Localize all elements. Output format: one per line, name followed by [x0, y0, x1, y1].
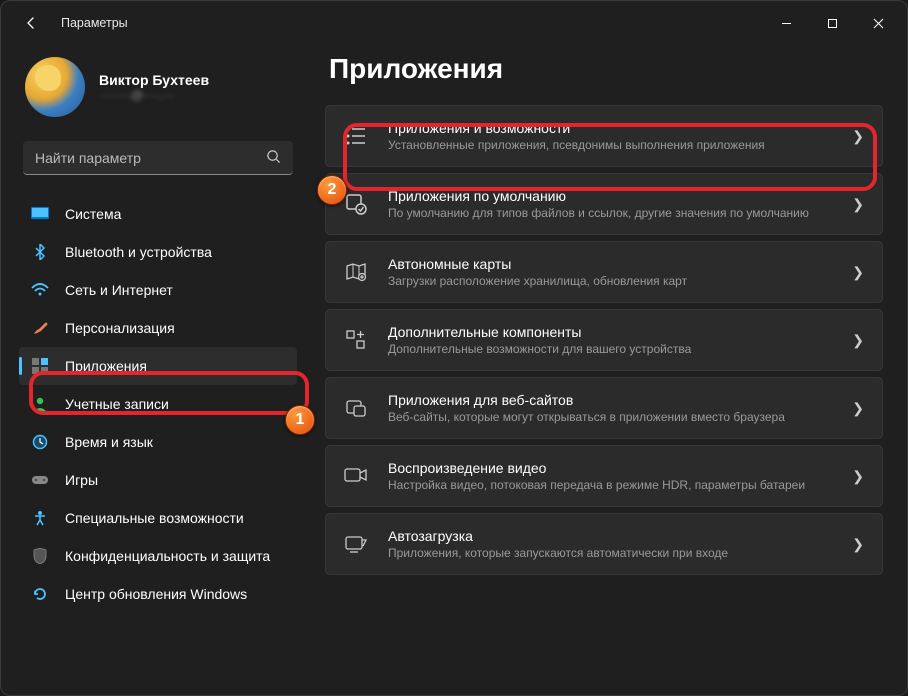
search-icon	[266, 149, 281, 167]
chevron-right-icon: ❯	[852, 264, 864, 281]
brush-icon	[31, 319, 49, 337]
card-subtitle: Дополнительные возможности для вашего ус…	[388, 342, 832, 356]
settings-window: Параметры Виктор Бухтеев ········@····.·…	[0, 0, 908, 696]
sidebar-item-time[interactable]: Время и язык	[19, 423, 297, 461]
minimize-button[interactable]	[763, 7, 809, 39]
sidebar-item-label: Учетные записи	[65, 396, 169, 412]
gamepad-icon	[31, 471, 49, 489]
sidebar-item-label: Сеть и Интернет	[65, 282, 173, 298]
card-subtitle: Приложения, которые запускаются автомати…	[388, 546, 832, 560]
card-subtitle: Установленные приложения, псевдонимы вып…	[388, 138, 832, 152]
chevron-right-icon: ❯	[852, 196, 864, 213]
sidebar-item-privacy[interactable]: Конфиденциальность и защита	[19, 537, 297, 575]
card-title: Приложения по умолчанию	[388, 188, 832, 204]
card-title: Приложения и возможности	[388, 120, 832, 136]
sidebar-item-label: Система	[65, 206, 121, 222]
avatar	[25, 57, 85, 117]
card-title: Приложения для веб-сайтов	[388, 392, 832, 408]
card-apps-websites[interactable]: Приложения для веб-сайтов Веб-сайты, кот…	[325, 377, 883, 439]
card-video-playback[interactable]: Воспроизведение видео Настройка видео, п…	[325, 445, 883, 507]
card-subtitle: Загрузки расположение хранилища, обновле…	[388, 274, 832, 288]
sidebar-item-accounts[interactable]: Учетные записи	[19, 385, 297, 423]
profile-name: Виктор Бухтеев	[99, 72, 209, 88]
sidebar-item-bluetooth[interactable]: Bluetooth и устройства	[19, 233, 297, 271]
map-icon	[344, 260, 368, 284]
wifi-icon	[31, 281, 49, 299]
window-title: Параметры	[61, 16, 128, 30]
sidebar-item-label: Центр обновления Windows	[65, 586, 247, 602]
close-button[interactable]	[855, 7, 901, 39]
monitor-icon	[31, 205, 49, 223]
sidebar-item-accessibility[interactable]: Специальные возможности	[19, 499, 297, 537]
sidebar-item-label: Время и язык	[65, 434, 153, 450]
sidebar-item-label: Конфиденциальность и защита	[65, 548, 270, 564]
chevron-right-icon: ❯	[852, 400, 864, 417]
chevron-right-icon: ❯	[852, 332, 864, 349]
chevron-right-icon: ❯	[852, 536, 864, 553]
video-icon	[344, 464, 368, 488]
window-controls	[763, 7, 901, 39]
titlebar: Параметры	[1, 1, 907, 45]
sidebar-item-label: Специальные возможности	[65, 510, 244, 526]
sidebar-item-personalization[interactable]: Персонализация	[19, 309, 297, 347]
main-panel: Приложения Приложения и возможности Уста…	[311, 45, 907, 695]
sidebar-item-update[interactable]: Центр обновления Windows	[19, 575, 297, 613]
startup-icon	[344, 532, 368, 556]
profile-block[interactable]: Виктор Бухтеев ········@····.···	[15, 51, 301, 131]
card-title: Дополнительные компоненты	[388, 324, 832, 340]
sidebar-item-network[interactable]: Сеть и Интернет	[19, 271, 297, 309]
apps-icon	[31, 357, 49, 375]
sidebar-item-label: Приложения	[65, 358, 147, 374]
maximize-button[interactable]	[809, 7, 855, 39]
card-startup[interactable]: Автозагрузка Приложения, которые запуска…	[325, 513, 883, 575]
sidebar: Виктор Бухтеев ········@····.··· Система…	[1, 45, 311, 695]
card-subtitle: Веб-сайты, которые могут открываться в п…	[388, 410, 832, 424]
card-subtitle: По умолчанию для типов файлов и ссылок, …	[388, 206, 832, 220]
sidebar-item-apps[interactable]: Приложения	[19, 347, 297, 385]
update-icon	[31, 585, 49, 603]
card-title: Автономные карты	[388, 256, 832, 272]
card-title: Автозагрузка	[388, 528, 832, 544]
clock-icon	[31, 433, 49, 451]
card-subtitle: Настройка видео, потоковая передача в ре…	[388, 478, 832, 492]
accessibility-icon	[31, 509, 49, 527]
sidebar-item-label: Персонализация	[65, 320, 175, 336]
person-icon	[31, 395, 49, 413]
card-apps-features[interactable]: Приложения и возможности Установленные п…	[325, 105, 883, 167]
search-box[interactable]	[23, 141, 293, 175]
page-title: Приложения	[329, 53, 883, 85]
sidebar-item-gaming[interactable]: Игры	[19, 461, 297, 499]
back-button[interactable]	[15, 7, 47, 39]
chevron-right-icon: ❯	[852, 468, 864, 485]
sidebar-item-label: Bluetooth и устройства	[65, 244, 212, 260]
nav-list: Система Bluetooth и устройства Сеть и Ин…	[15, 195, 301, 613]
card-title: Воспроизведение видео	[388, 460, 832, 476]
apps-web-icon	[344, 396, 368, 420]
default-apps-icon	[344, 192, 368, 216]
content-area: Виктор Бухтеев ········@····.··· Система…	[1, 45, 907, 695]
list-icon	[344, 124, 368, 148]
card-offline-maps[interactable]: Автономные карты Загрузки расположение х…	[325, 241, 883, 303]
annotation-badge-2: 2	[317, 175, 347, 205]
sidebar-item-system[interactable]: Система	[19, 195, 297, 233]
profile-email: ········@····.···	[99, 88, 209, 102]
bluetooth-icon	[31, 243, 49, 261]
components-icon	[344, 328, 368, 352]
annotation-badge-1: 1	[285, 405, 315, 435]
chevron-right-icon: ❯	[852, 128, 864, 145]
card-optional-features[interactable]: Дополнительные компоненты Дополнительные…	[325, 309, 883, 371]
shield-icon	[31, 547, 49, 565]
sidebar-item-label: Игры	[65, 472, 98, 488]
search-input[interactable]	[35, 150, 266, 166]
card-default-apps[interactable]: Приложения по умолчанию По умолчанию для…	[325, 173, 883, 235]
